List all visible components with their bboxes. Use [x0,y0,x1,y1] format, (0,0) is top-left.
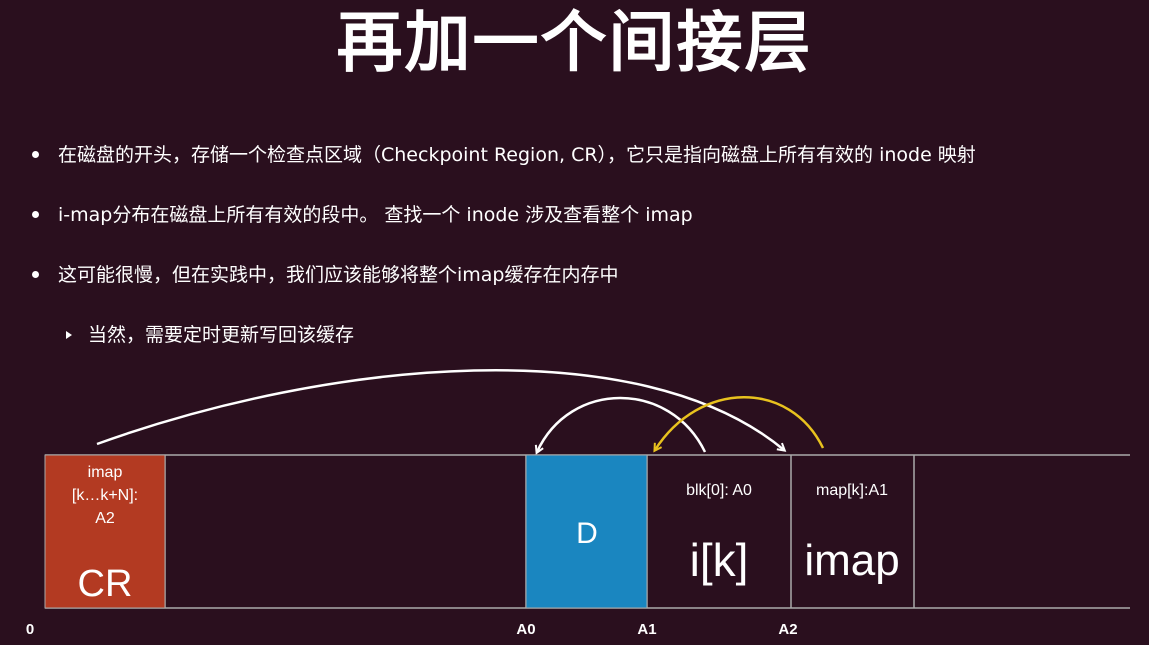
bullet-text: i-map分布在磁盘上所有有效的段中。 查找一个 inode 涉及查看整个 im… [58,204,693,226]
bullet-dot-icon [32,151,39,158]
imap-caption: map[k]:A1 [816,482,888,499]
cr-imap-line1: imap [88,464,123,481]
address-label: A2 [778,621,797,638]
data-block [525,454,648,609]
checkpoint-region-block [44,454,166,609]
bullet-list: 在磁盘的开头，存储一个检查点区域（Checkpoint Region, CR），… [30,138,1145,352]
sub-bullet-item: 当然，需要定时更新写回该缓存 [30,318,1145,352]
inode-to-data-arrow [537,396,707,452]
cr-label: CR [78,563,133,605]
bullet-item: 这可能很慢，但在实践中，我们应该能够将整个imap缓存在内存中 [30,258,1145,292]
cr-imap-line2: [k…k+N]: [72,487,138,504]
bullet-dot-icon [32,271,39,278]
imap-to-inode-arrow [655,396,825,450]
cr-imap-line3: A2 [95,510,115,527]
inode-label: i[k] [690,534,749,586]
imap-label: imap [804,536,899,585]
address-label: A0 [516,621,535,638]
bullet-item: 在磁盘的开头，存储一个检查点区域（Checkpoint Region, CR），… [30,138,1145,172]
address-label: A1 [637,621,656,638]
address-label: 0 [26,621,34,638]
sub-bullet-text: 当然，需要定时更新写回该缓存 [88,324,355,346]
cr-to-imap-arrow [96,369,784,450]
bullet-text: 在磁盘的开头，存储一个检查点区域（Checkpoint Region, CR），… [58,144,976,166]
data-block-label: D [576,517,598,550]
bullet-dot-icon [32,211,39,218]
triangle-bullet-icon [66,331,72,339]
bullet-text: 这可能很慢，但在实践中，我们应该能够将整个imap缓存在内存中 [58,264,619,286]
slide-title: 再加一个间接层 [336,4,813,81]
inode-caption: blk[0]: A0 [686,482,752,499]
bullet-item: i-map分布在磁盘上所有有效的段中。 查找一个 inode 涉及查看整个 im… [30,198,1145,232]
